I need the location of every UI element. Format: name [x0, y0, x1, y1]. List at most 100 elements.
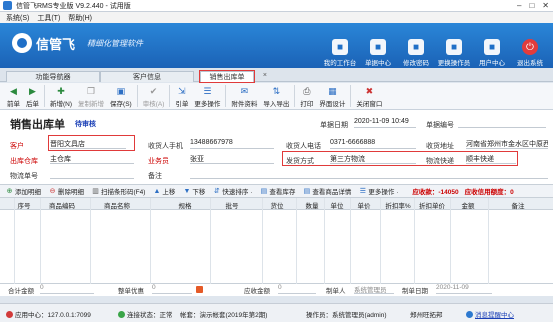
status-message[interactable]: 消息提醒中心 [466, 309, 514, 319]
detail-toolbar-button[interactable]: ▼ 下移 [183, 186, 205, 197]
column-header[interactable]: 批号 [226, 200, 239, 210]
lock-icon: ■ [408, 39, 424, 55]
menu-help[interactable]: 帮助(H) [68, 13, 92, 23]
detail-action-icon: ⊖ [49, 188, 56, 195]
column-header[interactable]: 商品编码 [49, 200, 75, 210]
salesman-field[interactable]: 张亚 [190, 154, 274, 164]
design-icon: ▦ [328, 85, 337, 96]
detail-toolbar-button[interactable]: ⊖ 删除明细 [49, 186, 84, 196]
message-center-link[interactable]: 消息提醒中心 [475, 309, 514, 319]
receiver-tel-field[interactable]: 0371-6666888 [330, 139, 416, 149]
column-header[interactable]: 商品名称 [104, 200, 130, 210]
number-label: 单据编号 [426, 122, 454, 129]
detail-toolbar-label: 上移 [162, 189, 176, 196]
column-header[interactable]: 折扣单价 [419, 200, 445, 210]
toolbar-label: 界面设计 [319, 101, 346, 108]
column-header[interactable]: 备注 [512, 200, 525, 210]
date-field[interactable]: 2020-11-09 10:49 [354, 118, 416, 128]
discount-field[interactable]: 0 [152, 284, 192, 294]
tracking-field[interactable] [50, 169, 134, 179]
toolbar-add-button[interactable]: ✚ 新增(N) [47, 83, 75, 109]
detail-toolbar: ⊕ 添加明细 ⊖ 删除明细 ▥ 扫描条形码(F4) ▲ 上移 ▼ 下移 ⇵ 快速排序 · ▤ 查看库存 ▤ 查… [0, 184, 553, 198]
number-field[interactable] [458, 118, 546, 128]
banner-tool-user-switch[interactable]: ■ 更换操作员 [435, 39, 473, 67]
banner-tool-power[interactable]: ⏻ 退出系统 [511, 39, 549, 67]
toolbar-more-button[interactable]: ☰ 更多操作 [191, 83, 223, 109]
remark-field[interactable] [190, 169, 548, 179]
column-header[interactable]: 折扣率% [385, 200, 410, 210]
tab-function-navigator[interactable]: 功能导航器 [6, 71, 100, 82]
attachment-icon: ✉ [240, 85, 249, 96]
detail-toolbar-label: 查看库存 [269, 189, 296, 196]
banner-tool-document[interactable]: ■ 单据中心 [359, 39, 397, 67]
copy-add-icon: ❐ [86, 85, 96, 96]
toolbar-close-window-button[interactable]: ✖ 关闭窗口 [353, 83, 385, 109]
toolbar-attachment-button[interactable]: ✉ 附件资料 [228, 83, 260, 109]
toolbar-label: 关闭窗口 [356, 101, 383, 108]
reference-icon: ⇲ [178, 85, 186, 96]
toolbar-label: 导入导出 [263, 101, 290, 108]
detail-toolbar-button[interactable]: ▲ 上移 [153, 186, 176, 197]
remark-label: 备注 [148, 173, 162, 180]
menu-tools[interactable]: 工具(T) [37, 13, 60, 23]
warehouse-field[interactable]: 主仓库 [50, 154, 134, 164]
menu-system[interactable]: 系统(S) [6, 13, 29, 23]
toolbar-separator [350, 85, 352, 107]
toolbar-separator [169, 85, 171, 107]
receivable-label: 应收金额 [244, 288, 270, 295]
toolbar-reference-button[interactable]: ⇲ 引单 [172, 83, 191, 109]
toolbar-import-export-button[interactable]: ⇅ 导入导出 [260, 83, 292, 109]
tab-close-icon[interactable]: × [263, 72, 267, 79]
toolbar-copy-add-button[interactable]: ❐ 复制新增 [75, 83, 107, 109]
detail-action-icon: ▼ [183, 187, 191, 195]
detail-toolbar-button[interactable]: ☰ 更多操作 · [359, 186, 399, 196]
banner-tool-lock[interactable]: ■ 修改密码 [397, 39, 435, 67]
toolbar-label: 打印 [300, 101, 314, 108]
receiver-phone-field[interactable]: 13488667978 [190, 139, 274, 149]
connection-text: 连接状态：正常 [127, 312, 173, 319]
address-field[interactable]: 河南省郑州市金水区中原西 [466, 139, 548, 149]
column-header[interactable]: 序号 [18, 200, 31, 210]
column-header[interactable]: 金额 [462, 200, 475, 210]
main-toolbar: ◀ 前单 ▶ 后单 ✚ 新增(N) ❐ 复制新增 ▣ 保存(S) ✔ 审核(A) ⇲ 引单 ☰ 更多操作 ✉ 附件… [0, 83, 553, 110]
maker-label: 制单人 [326, 288, 346, 295]
detail-toolbar-button[interactable]: ⇵ 快速排序 · [213, 186, 252, 196]
column-divider [40, 198, 41, 284]
connection-icon [118, 310, 125, 318]
detail-action-icon: ⇵ [213, 188, 220, 195]
column-header[interactable]: 货位 [271, 200, 284, 210]
receiver-tel-label: 收货人电话 [286, 143, 321, 150]
toolbar-design-button[interactable]: ▦ 界面设计 [316, 83, 348, 109]
detail-toolbar-button[interactable]: ▤ 查看商品详情 [303, 186, 352, 196]
toolbar-print-button[interactable]: ⎙ 打印 [297, 83, 316, 109]
toolbar-label: 后单 [26, 101, 39, 108]
column-divider [324, 198, 325, 284]
column-header[interactable]: 数量 [306, 200, 319, 210]
status-badge: 待审核 [75, 121, 96, 128]
total-label: 合计金额 [8, 288, 34, 295]
toolbar-arrow-right-button[interactable]: ▶ 后单 [23, 83, 42, 109]
toolbar-approve-button[interactable]: ✔ 审核(A) [140, 83, 168, 109]
logo-icon [12, 33, 32, 53]
maximize-button[interactable]: □ [529, 1, 534, 10]
banner-tool-users[interactable]: ■ 用户中心 [473, 39, 511, 67]
credit-amount: 应收信用额度：0 [464, 189, 514, 196]
detail-toolbar-button[interactable]: ▤ 查看库存 [260, 186, 296, 196]
close-button[interactable]: ✕ [542, 1, 549, 10]
column-header[interactable]: 单价 [358, 200, 371, 210]
minimize-button[interactable]: – [517, 1, 521, 10]
tab-customer-info[interactable]: 客户信息 [100, 71, 194, 82]
column-divider [14, 198, 15, 284]
detail-table[interactable]: 序号 商品编码 商品名称 规格 批号 货位 数量 单位 单价 折扣率% 折扣单价 金额 备注 [0, 198, 553, 284]
column-header[interactable]: 规格 [179, 200, 192, 210]
toolbar-arrow-left-button[interactable]: ◀ 前单 [4, 83, 23, 109]
column-header[interactable]: 单位 [331, 200, 344, 210]
maker-value: 系统管理员 [354, 284, 394, 294]
toolbar-save-button[interactable]: ▣ 保存(S) [107, 83, 135, 109]
tab-label: 功能导航器 [35, 74, 71, 81]
detail-toolbar-button[interactable]: ⊕ 添加明细 [6, 186, 41, 196]
banner-tool-monitor[interactable]: ■ 我的工作台 [321, 39, 359, 67]
detail-toolbar-button[interactable]: ▥ 扫描条形码(F4) [92, 186, 145, 196]
detail-action-icon: ⊕ [6, 188, 13, 195]
discount-toggle-icon[interactable] [196, 286, 203, 293]
